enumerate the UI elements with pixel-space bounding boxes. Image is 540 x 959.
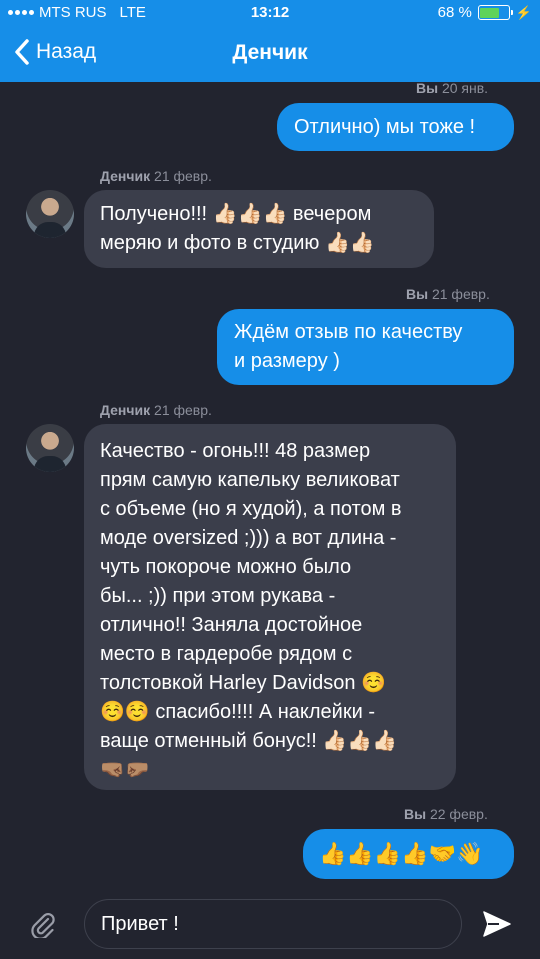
incoming-message[interactable]: Качество - огонь!!! 48 размер прям самую…	[84, 424, 456, 790]
message-meta: Денчик 21 февр.	[100, 402, 212, 418]
message-line: место в гардеробе рядом с	[100, 643, 353, 665]
message-line: Ждём отзыв по качеству	[234, 321, 463, 343]
message-text: 👍👍👍👍🤝👋	[319, 841, 484, 866]
message-line: прям самую капельку великоват	[100, 469, 400, 491]
message-line: ☺️☺️ спасибо!!!! А наклейки -	[100, 701, 375, 723]
message-line: меряю и фото в студию 👍🏻👍🏻	[100, 232, 375, 254]
incoming-message[interactable]: Получено!!! 👍🏻👍🏻👍🏻 вечером меряю и фото …	[84, 190, 434, 268]
header: MTS RUS LTE 13:12 68 % ⚡ Назад Денчик	[0, 0, 540, 82]
message-line: бы... ;)) при этом рукава -	[100, 585, 336, 607]
message-input[interactable]: Привет !	[84, 899, 462, 949]
avatar[interactable]	[26, 424, 74, 472]
outgoing-message[interactable]: Ждём отзыв по качеству и размеру )	[217, 309, 514, 385]
chat-title: Денчик	[232, 41, 308, 64]
paperclip-icon[interactable]	[28, 910, 56, 938]
message-line: Качество - огонь!!! 48 размер	[100, 440, 371, 462]
message-line: толстовкой Harley Davidson ☺️	[100, 672, 386, 694]
message-line: 🤜🏽🤛🏽	[100, 759, 150, 781]
send-icon[interactable]	[482, 910, 512, 938]
message-line: ваще отменный бонус!! 👍🏻👍🏻👍🏻	[100, 730, 398, 752]
status-bar: MTS RUS LTE 13:12 68 % ⚡	[0, 0, 540, 26]
message-meta: Вы 21 февр.	[406, 286, 490, 302]
message-meta: Вы 22 февр.	[404, 806, 488, 822]
outgoing-message[interactable]: Отлично) мы тоже !	[277, 103, 514, 151]
message-line: Получено!!! 👍🏻👍🏻👍🏻 вечером	[100, 203, 372, 225]
message-meta: Денчик 21 февр.	[100, 168, 212, 184]
battery-icon	[477, 5, 513, 20]
message-line: чуть покороче можно было	[100, 556, 352, 578]
message-line: моде oversized ;))) а вот длина -	[100, 527, 397, 549]
composer-bar: Привет !	[0, 890, 540, 959]
nav-bar: Назад Денчик	[0, 26, 540, 82]
message-line: с объеме (но я худой), а потом в	[100, 498, 402, 520]
avatar[interactable]	[26, 190, 74, 238]
charging-icon: ⚡	[515, 4, 532, 20]
battery-percent: 68 %	[437, 4, 472, 21]
message-line: и размеру )	[234, 350, 340, 372]
message-line: отлично!! Заняла достойное	[100, 614, 363, 636]
message-meta: Вы 20 янв.	[416, 80, 489, 96]
message-text: Отлично) мы тоже !	[294, 116, 476, 138]
outgoing-message[interactable]: 👍👍👍👍🤝👋	[303, 829, 514, 879]
